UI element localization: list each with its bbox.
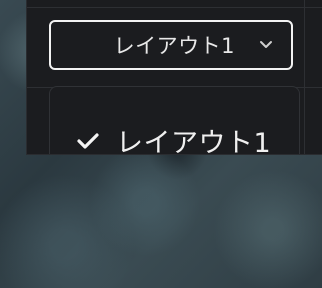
divider-vertical [304, 0, 305, 154]
layout-panel: レイアウト1 レイアウト1 [27, 0, 322, 154]
chevron-down-icon [260, 41, 272, 48]
menu-item-label: レイアウト1 [116, 128, 272, 154]
layout-select-value: レイアウト1 [113, 34, 235, 58]
layout-dropdown-menu: レイアウト1 [49, 86, 300, 154]
menu-item-layout-1[interactable]: レイアウト1 [76, 121, 271, 154]
layout-select[interactable]: レイアウト1 [49, 20, 293, 70]
divider-top [27, 7, 322, 8]
check-icon [77, 132, 99, 149]
